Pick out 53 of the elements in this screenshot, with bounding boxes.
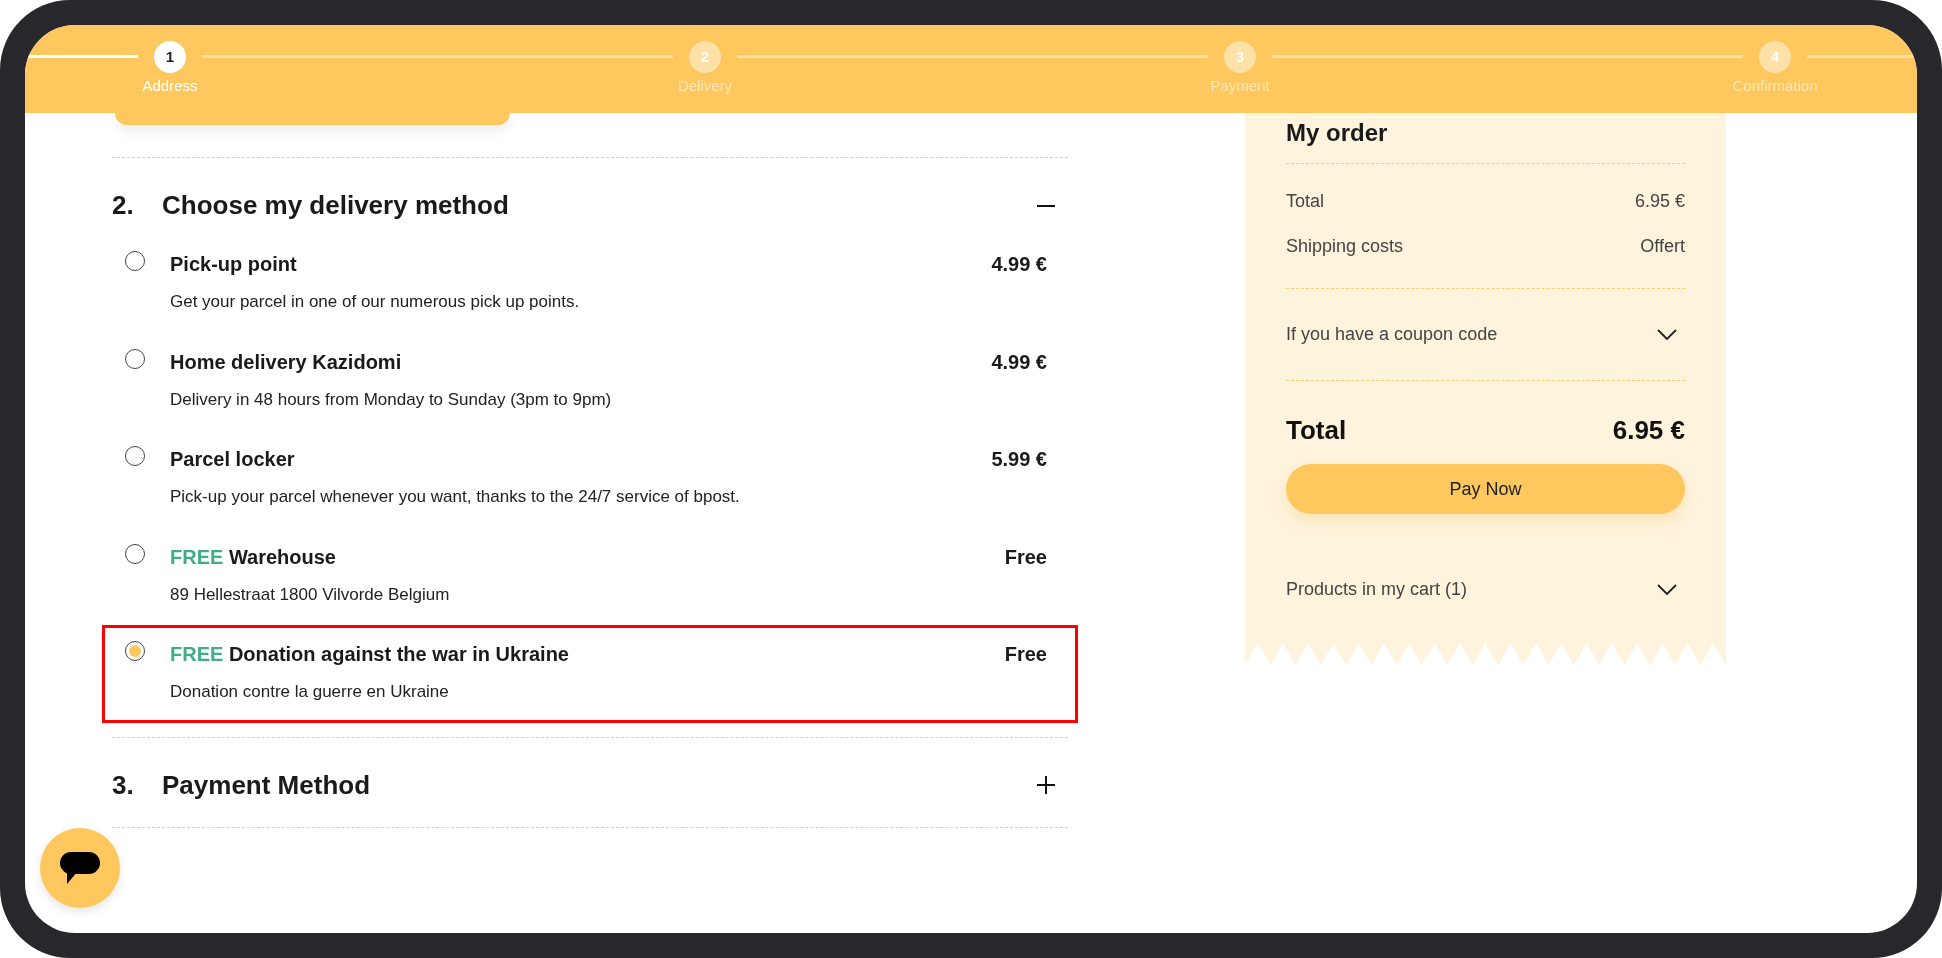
summary-label: Shipping costs [1286, 235, 1404, 258]
cart-toggle[interactable]: Products in my cart (1) [1286, 576, 1468, 603]
radio-button[interactable] [125, 543, 145, 564]
pay-now-button[interactable]: Pay Now [1286, 464, 1685, 514]
option-price: 5.99 € [991, 447, 1047, 472]
panel-title: My order [1286, 118, 1389, 148]
total-label: Total [1286, 414, 1347, 447]
coupon-toggle[interactable]: If you have a coupon code [1286, 321, 1498, 348]
radio-button[interactable] [125, 348, 145, 369]
delivery-option[interactable]: Parcel locker Pick-up your parcel whenever you want, thanks to the 24/7 service of bpost. 5.99 € [102, 430, 1078, 528]
progress-step[interactable]: 1 Address [110, 25, 230, 98]
delivery-option[interactable]: FREE Warehouse 89 Hellestraat 1800 Vilvorde Belgium Free [102, 527, 1078, 625]
delivery-option[interactable]: Pick-up point Get your parcel in one of our numerous pick up points. 4.99 € [102, 235, 1078, 333]
section-title: Payment Method [162, 768, 371, 802]
step-number: 1 [154, 41, 186, 73]
summary-value: Offert [1640, 235, 1685, 258]
step-number: 2 [689, 41, 721, 73]
chat-button[interactable] [40, 828, 120, 908]
radio-button[interactable] [125, 251, 145, 271]
option-title: Parcel locker [170, 447, 296, 472]
section-number: 2. [112, 189, 135, 222]
chevron-down-icon[interactable] [1657, 328, 1677, 341]
option-description: Donation contre la guerre en Ukraine [170, 681, 450, 703]
radio-button[interactable] [125, 641, 145, 661]
step-number: 3 [1224, 41, 1256, 73]
delivery-option[interactable]: FREE Donation against the war in Ukraine Donation contre la guerre en Ukraine Free [102, 625, 1078, 723]
step-label: Confirmation [1732, 76, 1818, 96]
option-price: Free [1004, 642, 1047, 667]
step-label: Delivery [677, 76, 733, 96]
radio-button[interactable] [125, 446, 145, 466]
option-title: FREE Warehouse [170, 544, 337, 570]
chat-icon [59, 850, 101, 886]
section-title: Choose my delivery method [162, 189, 509, 222]
option-price: 4.99 € [991, 349, 1047, 375]
option-title: Pick-up point [170, 252, 298, 277]
option-description: Get your parcel in one of our numerous pick up points. [170, 291, 580, 313]
option-description: Pick-up your parcel whenever you want, thanks to the 24/7 service of bpost. [170, 486, 740, 508]
step-number: 4 [1759, 41, 1791, 73]
delivery-option[interactable]: Home delivery Kazidomi Delivery in 48 hours from Monday to Sunday (3pm to 9pm) 4.99 € [102, 332, 1078, 430]
summary-value: 6.95 € [1634, 190, 1685, 213]
option-price: 4.99 € [991, 252, 1047, 277]
option-description: 89 Hellestraat 1800 Vilvorde Belgium [170, 583, 450, 606]
summary-label: Total [1286, 190, 1325, 213]
option-title: FREE Donation against the war in Ukraine [170, 642, 569, 667]
section-number: 3. [112, 768, 135, 802]
total-value: 6.95 € [1612, 414, 1685, 447]
expand-icon[interactable] [1036, 775, 1056, 795]
chevron-down-icon[interactable] [1657, 583, 1677, 596]
option-price: Free [1004, 544, 1047, 570]
step-label: Address [142, 76, 198, 96]
option-description: Delivery in 48 hours from Monday to Sunday (3pm to 9pm) [170, 388, 612, 411]
option-title: Home delivery Kazidomi [170, 349, 403, 375]
step-label: Payment [1210, 76, 1270, 96]
